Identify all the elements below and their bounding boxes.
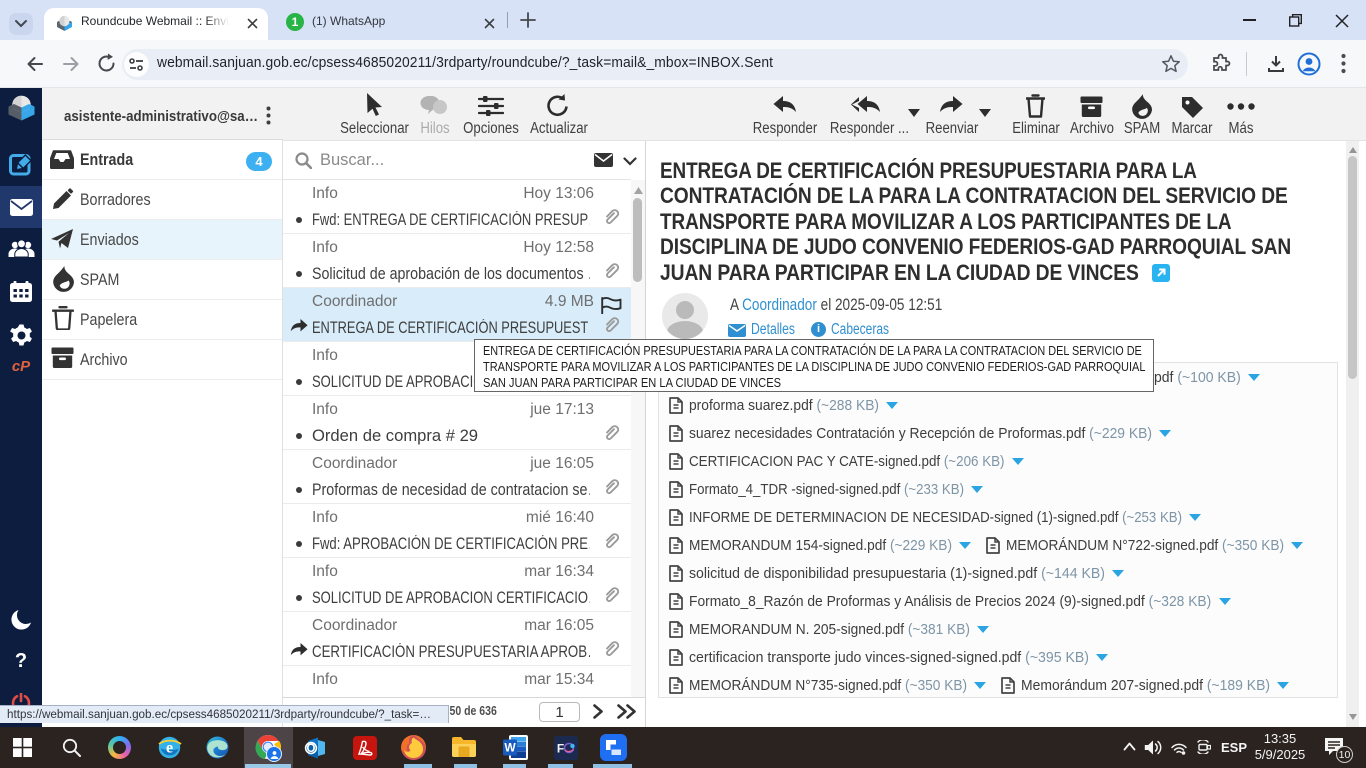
svg-text:W: W: [504, 741, 516, 755]
svg-text:F: F: [557, 742, 564, 756]
svg-text:O: O: [307, 743, 316, 755]
svg-text:e: e: [166, 740, 173, 757]
